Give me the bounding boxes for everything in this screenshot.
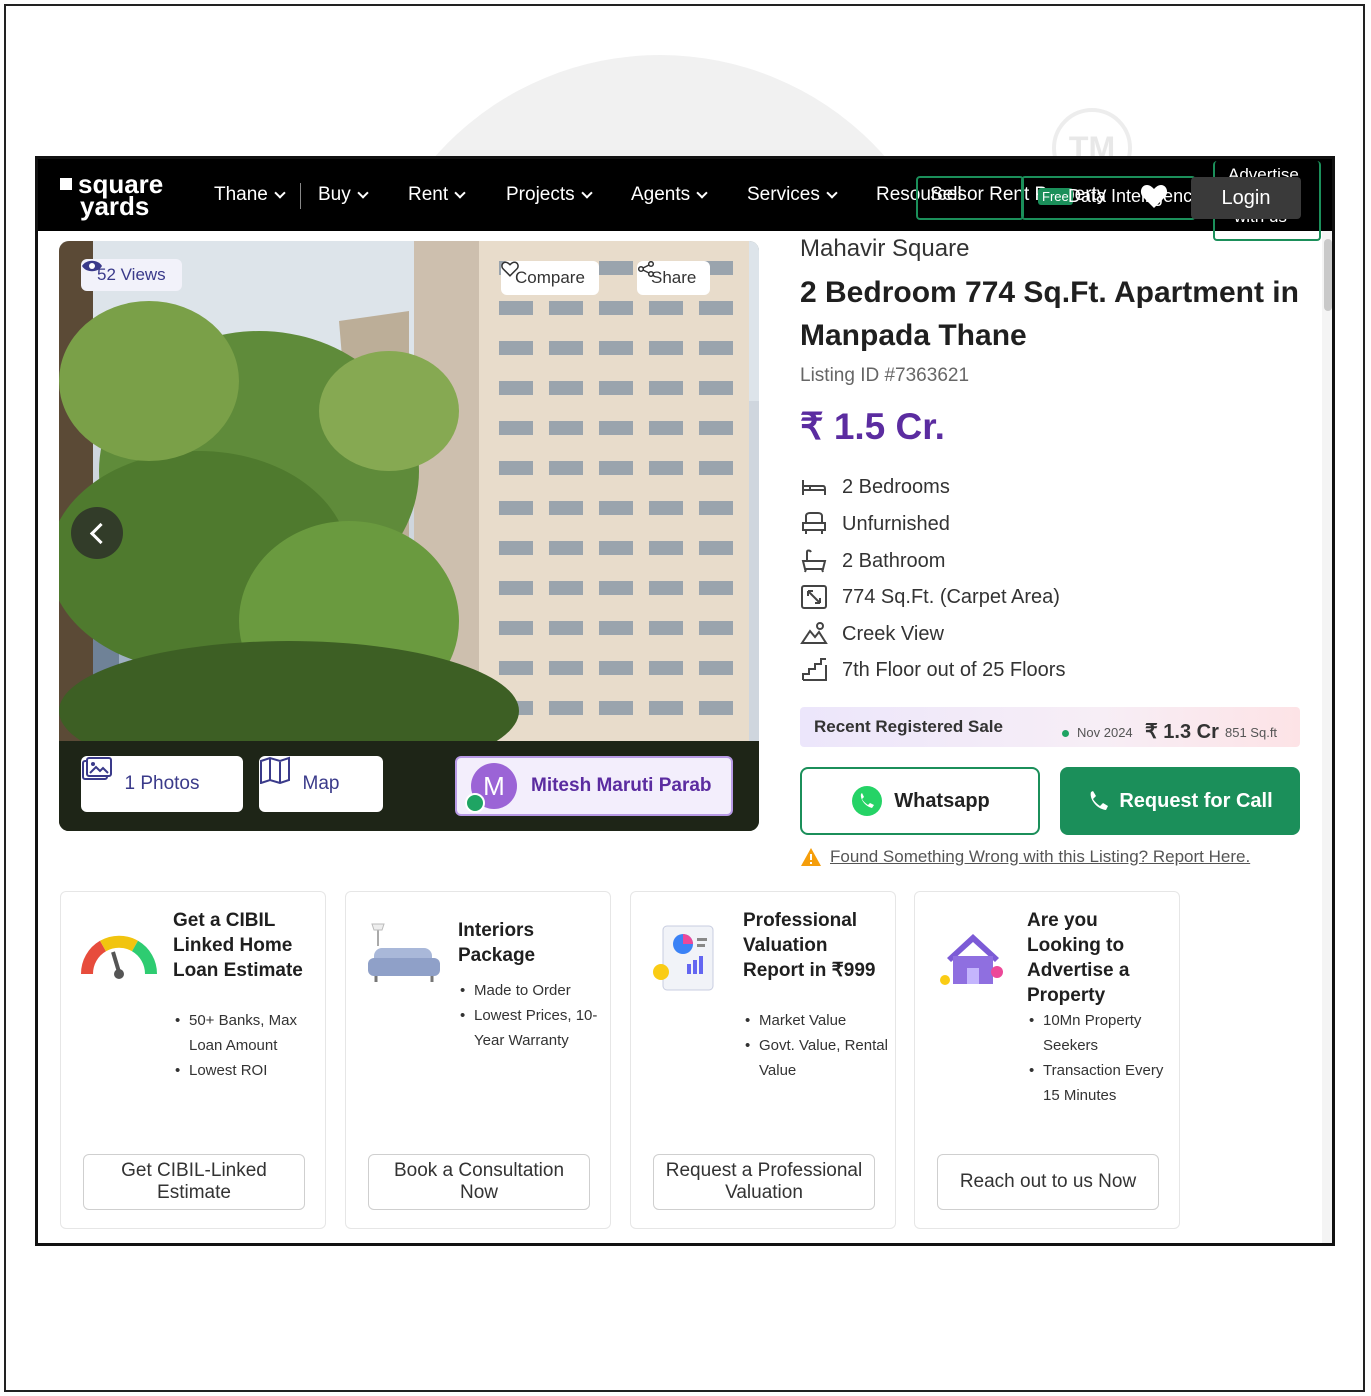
report-icon [653,925,714,991]
nav-divider [300,183,301,209]
chevron-down-icon [274,186,286,199]
house-icon [940,934,1003,985]
card-title: Interiors Package [458,920,536,966]
chevron-down-icon [357,186,369,199]
chevron-down-icon [454,186,466,199]
share-button[interactable]: Share [637,261,711,295]
whatsapp-button[interactable]: Whatsapp [800,767,1040,835]
listing-title: 2 Bedroom 774 Sq.Ft. Apartment in Manpad… [800,276,1299,352]
eye-icon [82,260,102,272]
agent-name: Mitesh Maruti Parab [531,775,712,796]
card-title: Professional Valuation Report in ₹999 [743,910,876,981]
report-listing-link[interactable]: Found Something Wrong with this Listing?… [800,847,1250,867]
get-cibil-estimate-button[interactable]: Get CIBIL-Linked Estimate [83,1154,305,1210]
login-button[interactable]: Login [1191,177,1301,219]
nav-buy[interactable]: Buy [318,184,369,206]
sofa-icon [368,923,440,982]
service-card-home-loan: Get a CIBIL Linked Home Loan Estimate 50… [60,891,326,1229]
photos-button[interactable]: 1 Photos [81,756,243,812]
reach-out-button[interactable]: Reach out to us Now [937,1154,1159,1210]
map-icon [260,756,290,784]
view-icon [800,622,828,644]
warning-icon [801,848,821,866]
card-title: Are you Looking to Advertise a Property [1027,910,1130,1006]
service-card-advertise: Are you Looking to Advertise a Property … [914,891,1180,1229]
agent-avatar: M [465,763,517,813]
heart-icon[interactable] [1140,183,1168,209]
floor-icon [802,658,827,681]
book-consultation-button[interactable]: Book a Consultation Now [368,1154,590,1210]
data-intelligence-label: Data Intelligence [1068,186,1203,206]
agent-contact-button[interactable]: M Mitesh Maruti Parab [455,756,733,816]
armchair-icon [802,512,826,534]
browser-viewport: square yards Thane Buy Rent Projects Age… [35,156,1335,1246]
feature-view: Creek View [800,621,944,647]
feature-bathrooms: 2 Bathroom [800,548,945,574]
service-card-valuation: Professional Valuation Report in ₹999 Ma… [630,891,896,1229]
prev-photo-button[interactable] [71,507,123,559]
property-gallery[interactable]: 52 Views Compare Share 1 Photos Map M Mi… [59,241,759,831]
chevron-down-icon [826,186,838,199]
nav-projects[interactable]: Projects [506,184,593,206]
service-card-interiors: Interiors Package Made to Order Lowest P… [345,891,611,1229]
photos-icon [82,757,112,780]
request-call-button[interactable]: Request for Call [1060,767,1300,835]
listing-id: Listing ID #7363621 [800,365,970,386]
recent-registered-sale[interactable]: Recent Registered Sale Nov 2024 ₹ 1.3 Cr… [800,707,1300,747]
area-icon [801,585,827,609]
card-bullets: 50+ Banks, Max Loan Amount Lowest ROI [173,1008,323,1083]
compare-button[interactable]: Compare [501,261,599,295]
bed-icon [802,480,826,495]
request-valuation-button[interactable]: Request a Professional Valuation [653,1154,875,1210]
card-title: Get a CIBIL Linked Home Loan Estimate [173,910,303,981]
feature-floor: 7th Floor out of 25 Floors [800,657,1065,683]
card-bullets: Made to Order Lowest Prices, 10-Year War… [458,978,608,1053]
chevron-down-icon [696,186,708,199]
feature-bedrooms: 2 Bedrooms [800,474,950,500]
project-name[interactable]: Mahavir Square [800,235,969,263]
feature-area: 774 Sq.Ft. (Carpet Area) [800,584,1060,610]
feature-furnishing: Unfurnished [800,511,950,537]
map-button[interactable]: Map [259,756,383,812]
nav-agents[interactable]: Agents [631,184,708,206]
scrollbar-thumb[interactable] [1324,239,1332,311]
scrollbar-track[interactable] [1322,231,1332,1243]
status-dot [1062,730,1069,737]
card-bullets: Market Value Govt. Value, Rental Value [743,1008,893,1083]
heart-outline-icon [501,261,519,277]
phone-icon [1090,791,1109,810]
card-bullets: 10Mn Property Seekers Transaction Every … [1027,1008,1177,1108]
chevron-down-icon [580,186,593,199]
nav-city-thane[interactable]: Thane [214,184,286,206]
listing-price: ₹ 1.5 Cr. [800,406,945,447]
whatsapp-icon [852,786,883,816]
top-navbar: square yards Thane Buy Rent Projects Age… [38,159,1332,241]
share-icon [637,261,655,277]
phone-icon [465,793,485,813]
nav-rent[interactable]: Rent [408,184,466,206]
bathtub-icon [801,549,827,573]
nav-services[interactable]: Services [747,184,838,206]
views-badge: 52 Views [81,259,182,291]
globe-watermark [360,55,960,165]
square-yards-logo[interactable]: square yards [60,171,190,221]
gauge-icon [80,935,158,979]
